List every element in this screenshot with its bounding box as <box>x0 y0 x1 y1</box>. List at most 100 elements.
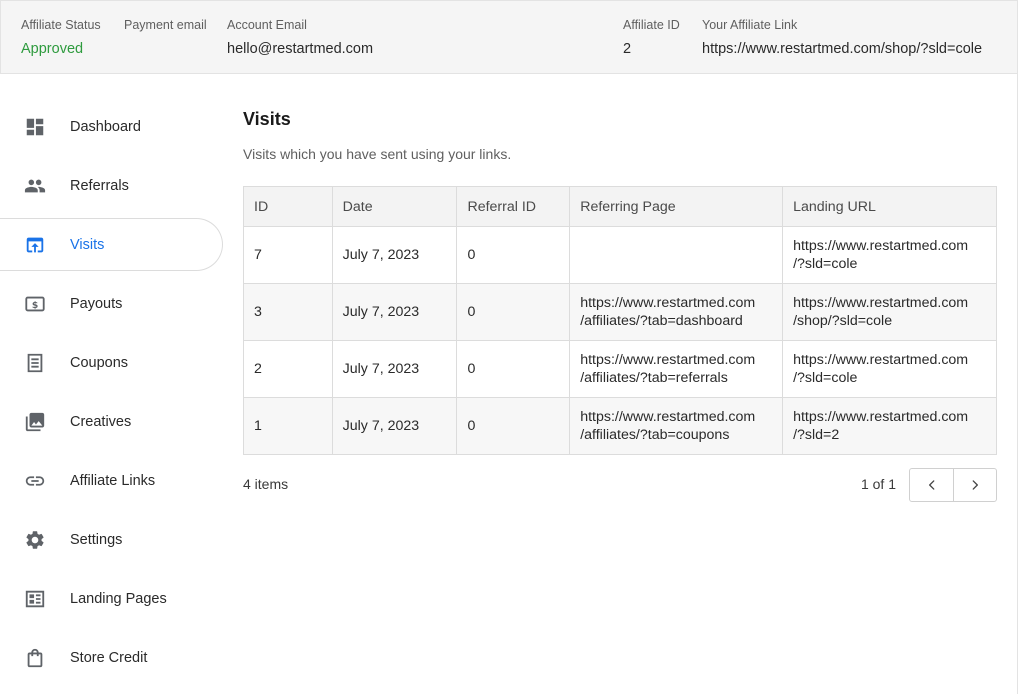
page-description: Visits which you have sent using your li… <box>243 146 512 162</box>
cell-referring-page: https://www.restartmed.com/affiliates/?t… <box>569 397 784 455</box>
cell-referring-page: https://www.restartmed.com/affiliates/?t… <box>569 340 784 398</box>
column-header-referral-id: Referral ID <box>456 186 571 227</box>
referring-page-line-1: https://www.restartmed.com <box>580 352 756 368</box>
affiliate-id: Affiliate ID 2 <box>623 17 680 59</box>
cell-landing-url: https://www.restartmed.com /?sld=2 <box>782 397 997 455</box>
cell-id: 2 <box>243 340 333 398</box>
sidebar-item-label: Affiliate Links <box>70 472 156 489</box>
cell-id: 3 <box>243 283 333 341</box>
landing-url-line-1: https://www.restartmed.com <box>793 352 969 368</box>
sidebar-item-referrals[interactable]: Referrals <box>0 159 224 212</box>
sidebar-item-label: Referrals <box>70 177 129 194</box>
sidebar-item-label: Creatives <box>70 413 132 430</box>
cell-referring-page <box>569 226 784 284</box>
sidebar-item-label: Payouts <box>70 295 123 312</box>
sidebar-item-coupons[interactable]: Coupons <box>0 336 224 389</box>
sidebar-item-label: Settings <box>70 531 123 548</box>
previous-page-button[interactable] <box>910 469 953 501</box>
landing-url-line-2: /?sld=cole <box>793 370 858 386</box>
sidebar-item-label: Dashboard <box>70 118 141 135</box>
payouts-icon: $ <box>25 296 45 311</box>
svg-text:$: $ <box>32 299 38 310</box>
sidebar-item-label: Visits <box>70 236 105 253</box>
sidebar-item-label: Coupons <box>70 354 129 371</box>
affiliate-header: Affiliate Status Approved Payment email … <box>0 0 1018 74</box>
cell-referral-id: 0 <box>456 340 571 398</box>
table-row: 3 July 7, 2023 0 https://www.restartmed.… <box>243 283 997 341</box>
cell-date: July 7, 2023 <box>331 397 458 455</box>
chevron-left-icon <box>928 480 934 490</box>
chevron-right-icon <box>972 480 978 490</box>
sidebar-item-affiliate-links[interactable]: Affiliate Links <box>0 454 224 507</box>
visits-panel: Visits Visits which you have sent using … <box>243 100 997 502</box>
landing-url-line-1: https://www.restartmed.com <box>793 295 969 311</box>
sidebar-item-creatives[interactable]: Creatives <box>0 395 224 448</box>
sidebar-item-landing-pages[interactable]: Landing Pages <box>0 572 224 625</box>
cell-date: July 7, 2023 <box>331 340 458 398</box>
items-count: 4 items <box>243 476 289 492</box>
visits-icon <box>26 237 44 252</box>
cell-landing-url: https://www.restartmed.com/shop/?sld=col… <box>782 283 997 341</box>
gear-icon <box>26 530 44 549</box>
pagination-controls <box>909 468 997 502</box>
landing-url-line-1: https://www.restartmed.com <box>793 409 969 425</box>
landing-url-line-1: https://www.restartmed.com <box>793 238 969 254</box>
cell-date: July 7, 2023 <box>331 226 458 284</box>
column-header-date: Date <box>331 186 458 227</box>
affiliate-id-label: Affiliate ID <box>623 18 680 32</box>
cell-landing-url: https://www.restartmed.com /?sld=cole <box>782 226 997 284</box>
landing-url-line-2: /shop/?sld=cole <box>793 313 893 329</box>
column-header-landing-url: Landing URL <box>782 186 997 227</box>
table-row: 7 July 7, 2023 0 https://www.restartmed.… <box>243 226 997 284</box>
column-header-id: ID <box>243 186 333 227</box>
sidebar-item-label: Landing Pages <box>70 590 167 607</box>
account-email-value: hello@restartmed.com <box>227 41 374 57</box>
sidebar-item-visits[interactable]: Visits <box>0 218 223 271</box>
people-icon <box>24 179 46 192</box>
affiliate-status-label: Affiliate Status <box>21 18 101 32</box>
cell-id: 7 <box>243 226 333 284</box>
cell-landing-url: https://www.restartmed.com /?sld=cole <box>782 340 997 398</box>
pagination-text: 1 of 1 <box>860 476 896 492</box>
column-header-referring-page: Referring Page <box>569 186 784 227</box>
link-icon <box>25 475 45 486</box>
affiliate-status-value: Approved <box>21 41 84 57</box>
landing-page-icon <box>25 590 45 607</box>
affiliate-link: Your Affiliate Link https://www.restartm… <box>702 17 982 59</box>
sidebar-item-label: Store Credit <box>70 649 148 666</box>
table-row: 2 July 7, 2023 0 https://www.restartmed.… <box>243 340 997 398</box>
cell-referral-id: 0 <box>456 397 571 455</box>
coupon-icon <box>27 353 43 372</box>
affiliate-link-value[interactable]: https://www.restartmed.com/shop/?sld=col… <box>702 39 982 59</box>
frame-border <box>1017 74 1018 694</box>
sidebar-item-settings[interactable]: Settings <box>0 513 224 566</box>
table-header-row: ID Date Referral ID Referring Page Landi… <box>243 186 997 227</box>
payment-email-label: Payment email <box>124 18 207 32</box>
referring-page-line-2: /affiliates/?tab=coupons <box>580 427 730 443</box>
affiliate-link-label: Your Affiliate Link <box>702 18 798 32</box>
visits-table: ID Date Referral ID Referring Page Landi… <box>243 186 997 455</box>
sidebar-item-store-credit[interactable]: Store Credit <box>0 631 224 684</box>
cell-date: July 7, 2023 <box>331 283 458 341</box>
landing-url-line-2: /?sld=cole <box>793 256 858 272</box>
dashboard-icon <box>26 118 44 135</box>
payment-email: Payment email <box>124 17 207 33</box>
sidebar-item-dashboard[interactable]: Dashboard <box>0 100 224 153</box>
page-title: Visits <box>243 109 291 129</box>
next-page-button[interactable] <box>953 469 996 501</box>
account-email: Account Email hello@restartmed.com <box>227 17 373 59</box>
referring-page-line-1: https://www.restartmed.com <box>580 409 756 425</box>
affiliate-status: Affiliate Status Approved <box>21 17 101 59</box>
cell-referral-id: 0 <box>456 226 571 284</box>
cell-referral-id: 0 <box>456 283 571 341</box>
sidebar-item-payouts[interactable]: $ Payouts <box>0 277 224 330</box>
image-icon <box>25 412 45 431</box>
affiliate-id-value: 2 <box>623 41 632 57</box>
account-email-label: Account Email <box>227 18 307 32</box>
cell-id: 1 <box>243 397 333 455</box>
cell-referring-page: https://www.restartmed.com/affiliates/?t… <box>569 283 784 341</box>
referring-page-line-1: https://www.restartmed.com <box>580 295 756 311</box>
landing-url-line-2: /?sld=2 <box>793 427 840 443</box>
sidebar-nav: Dashboard Referrals Visits $ Payouts Cou… <box>0 100 224 690</box>
referring-page-line-2: /affiliates/?tab=dashboard <box>580 313 743 329</box>
